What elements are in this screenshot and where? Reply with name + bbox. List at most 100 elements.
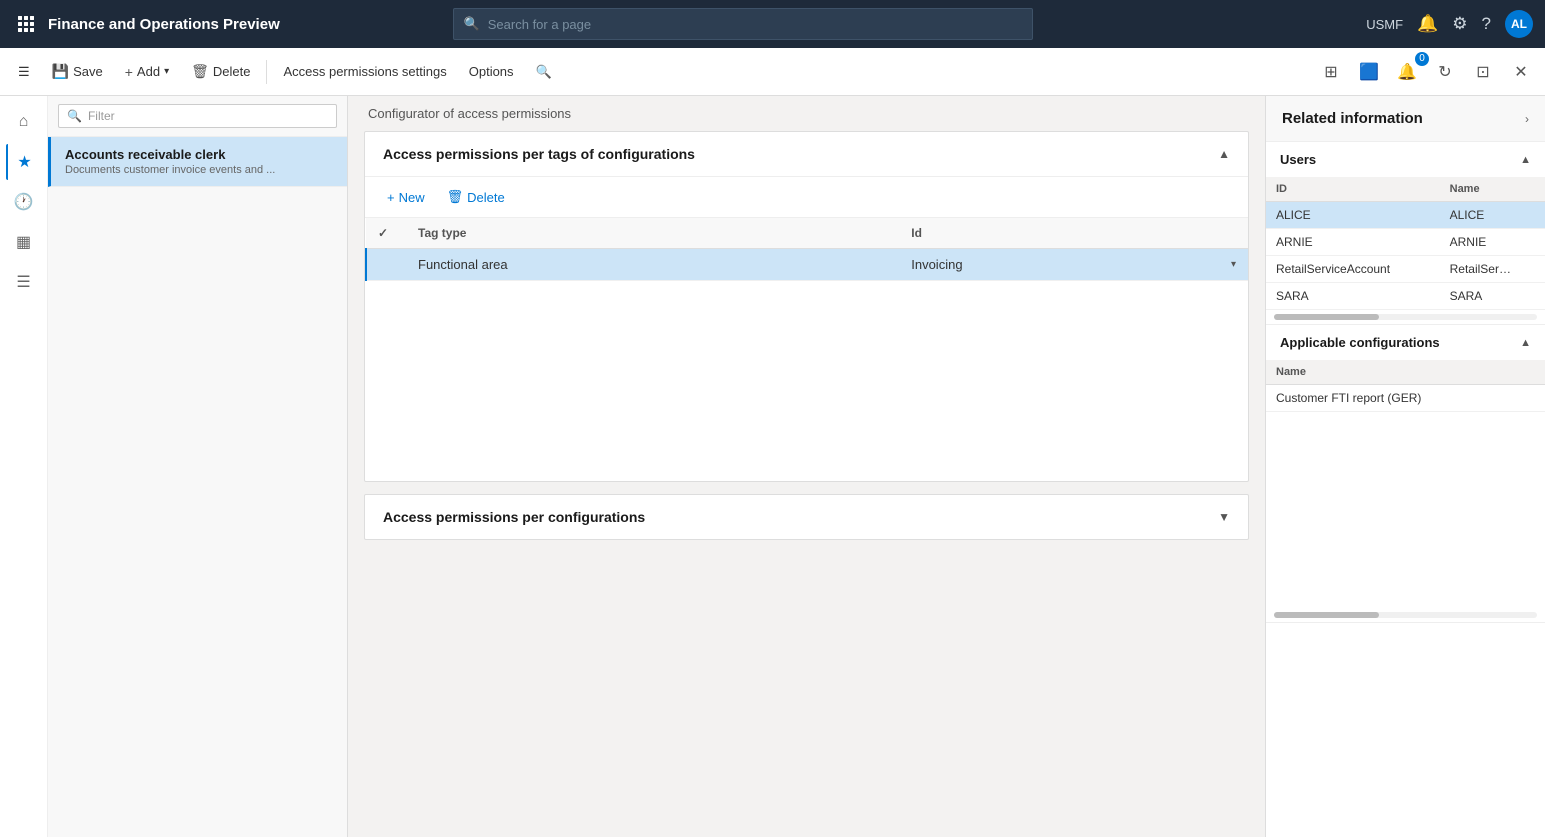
row-id-dropdown-icon[interactable]: ▾ bbox=[1231, 259, 1236, 270]
tags-col-tagtype: Tag type bbox=[406, 218, 899, 249]
add-button[interactable]: + Add ▾ bbox=[115, 58, 179, 86]
options-label: Options bbox=[469, 64, 514, 79]
personalize-button[interactable]: ⊞ bbox=[1315, 56, 1347, 88]
filter-input-wrap[interactable]: 🔍 bbox=[58, 104, 337, 128]
delete-button[interactable]: 🗑 Delete bbox=[181, 57, 260, 86]
sidebar-item-desc: Documents customer invoice events and ..… bbox=[65, 164, 333, 176]
configs-table-body: Customer FTI report (GER) bbox=[1266, 385, 1545, 412]
badge-button[interactable]: 🔔 0 bbox=[1391, 56, 1423, 88]
add-chevron-icon: ▾ bbox=[164, 66, 169, 77]
topbar-right: USMF 🔔 ⚙ ? AL bbox=[1366, 10, 1533, 38]
users-col-name: Name bbox=[1440, 177, 1545, 202]
table-row[interactable]: ALICE ALICE bbox=[1266, 202, 1545, 229]
tags-new-button[interactable]: + New bbox=[377, 186, 435, 209]
search-input[interactable] bbox=[488, 17, 1022, 32]
search-box[interactable]: 🔍 bbox=[453, 8, 1033, 40]
nav-recent-icon[interactable]: 🕐 bbox=[6, 184, 42, 220]
close-button[interactable]: ✕ bbox=[1505, 56, 1537, 88]
table-row[interactable]: Functional area Invoicing ▾ bbox=[366, 249, 1248, 281]
tags-new-icon: + bbox=[387, 190, 395, 205]
user-name: RetailSer… bbox=[1440, 256, 1545, 283]
row-id-value: Invoicing bbox=[911, 257, 962, 272]
filter-input[interactable] bbox=[88, 109, 328, 123]
tags-delete-button[interactable]: 🗑 Delete bbox=[437, 185, 515, 209]
tags-delete-icon: 🗑 bbox=[447, 189, 464, 205]
users-scrollbar[interactable] bbox=[1274, 314, 1537, 320]
tags-table-head: ✓ Tag type Id bbox=[366, 218, 1248, 249]
row-id: Invoicing ▾ bbox=[899, 249, 1248, 281]
search-container: 🔍 bbox=[453, 8, 1033, 40]
tags-col-id: Id bbox=[899, 218, 1248, 249]
applicable-configs-header[interactable]: Applicable configurations ▲ bbox=[1266, 325, 1545, 360]
row-tag-type: Functional area bbox=[406, 249, 899, 281]
hamburger-icon: ☰ bbox=[18, 64, 30, 80]
sidebar-item-accounts-receivable[interactable]: Accounts receivable clerk Documents cust… bbox=[48, 137, 347, 187]
settings-icon[interactable]: ⚙ bbox=[1452, 14, 1467, 34]
applicable-configs-subsection: Applicable configurations ▲ Name Custome… bbox=[1266, 325, 1545, 623]
users-subsection-header[interactable]: Users ▲ bbox=[1266, 142, 1545, 177]
save-icon: 💾 bbox=[52, 63, 69, 80]
rightpanel-expand-icon[interactable]: › bbox=[1525, 112, 1529, 126]
tags-section-header[interactable]: Access permissions per tags of configura… bbox=[365, 132, 1248, 177]
sidebar-filter-area: 🔍 bbox=[48, 96, 347, 137]
actionbar-right: ⊞ 🟦 🔔 0 ↻ ⊡ ✕ bbox=[1315, 56, 1537, 88]
tags-delete-label: Delete bbox=[467, 190, 505, 205]
users-table-head: ID Name bbox=[1266, 177, 1545, 202]
configs-chevron-icon: ▼ bbox=[1218, 510, 1230, 524]
delete-icon: 🗑 bbox=[191, 63, 209, 80]
nav-favorites-icon[interactable]: ★ bbox=[6, 144, 42, 180]
badge-icon: 🔔 bbox=[1397, 62, 1417, 82]
tags-col-check: ✓ bbox=[366, 218, 406, 249]
add-label: Add bbox=[137, 64, 160, 79]
topbar-left: Finance and Operations Preview bbox=[12, 10, 280, 38]
users-scrollbar-thumb bbox=[1274, 314, 1379, 320]
badge-count: 0 bbox=[1415, 52, 1429, 66]
office-button[interactable]: 🟦 bbox=[1353, 56, 1385, 88]
users-subsection-title: Users bbox=[1280, 152, 1316, 167]
topbar: Finance and Operations Preview 🔍 USMF 🔔 … bbox=[0, 0, 1545, 48]
avatar[interactable]: AL bbox=[1505, 10, 1533, 38]
filter-search-icon: 🔍 bbox=[67, 109, 82, 123]
actionbar-search-button[interactable]: 🔍 bbox=[526, 58, 562, 86]
app-title: Finance and Operations Preview bbox=[48, 16, 280, 33]
users-table: ID Name ALICE ALICE ARNIE ARNIE RetailSe… bbox=[1266, 177, 1545, 310]
help-icon[interactable]: ? bbox=[1482, 14, 1491, 34]
hamburger-button[interactable]: ☰ bbox=[8, 58, 40, 86]
table-row[interactable]: Customer FTI report (GER) bbox=[1266, 385, 1545, 412]
refresh-button[interactable]: ↻ bbox=[1429, 56, 1461, 88]
separator bbox=[266, 60, 267, 84]
table-row[interactable]: SARA SARA bbox=[1266, 283, 1545, 310]
options-button[interactable]: Options bbox=[459, 58, 524, 85]
user-id: ALICE bbox=[1266, 202, 1440, 229]
users-subsection: Users ▲ ID Name ALICE ALICE ARNIE bbox=[1266, 142, 1545, 325]
applicable-configs-title: Applicable configurations bbox=[1280, 335, 1440, 350]
configs-section: Access permissions per configurations ▼ bbox=[364, 494, 1249, 540]
table-row[interactable]: ARNIE ARNIE bbox=[1266, 229, 1545, 256]
tags-table-body: Functional area Invoicing ▾ bbox=[366, 249, 1248, 281]
applicable-configs-chevron-icon: ▲ bbox=[1520, 337, 1531, 349]
apps-icon[interactable] bbox=[12, 10, 40, 38]
notifications-icon[interactable]: 🔔 bbox=[1417, 14, 1438, 34]
user-name: SARA bbox=[1440, 283, 1545, 310]
users-table-body: ALICE ALICE ARNIE ARNIE RetailServiceAcc… bbox=[1266, 202, 1545, 310]
actionbar: ☰ 💾 Save + Add ▾ 🗑 Delete Access permiss… bbox=[0, 48, 1545, 96]
tags-toolbar: + New 🗑 Delete bbox=[365, 177, 1248, 218]
popout-button[interactable]: ⊡ bbox=[1467, 56, 1499, 88]
access-permissions-button[interactable]: Access permissions settings bbox=[273, 58, 456, 85]
configs-scrollbar[interactable] bbox=[1274, 612, 1537, 618]
nav-workspaces-icon[interactable]: ▦ bbox=[6, 224, 42, 260]
rightpanel-title: Related information bbox=[1282, 110, 1423, 127]
company-label: USMF bbox=[1366, 17, 1403, 32]
users-chevron-icon: ▲ bbox=[1520, 154, 1531, 166]
nav-modules-icon[interactable]: ☰ bbox=[6, 264, 42, 300]
save-button[interactable]: 💾 Save bbox=[42, 57, 113, 86]
layout: ⌂ ★ 🕐 ▦ ☰ 🔍 Accounts receivable clerk Do… bbox=[0, 96, 1545, 837]
nav-home-icon[interactable]: ⌂ bbox=[6, 104, 42, 140]
actionbar-search-icon: 🔍 bbox=[536, 64, 552, 80]
sidebar-item-title: Accounts receivable clerk bbox=[65, 147, 333, 162]
configs-section-header[interactable]: Access permissions per configurations ▼ bbox=[365, 495, 1248, 539]
table-row[interactable]: RetailServiceAccount RetailSer… bbox=[1266, 256, 1545, 283]
configs-section-title: Access permissions per configurations bbox=[383, 509, 645, 525]
user-name: ALICE bbox=[1440, 202, 1545, 229]
rightpanel-header: Related information › bbox=[1266, 96, 1545, 142]
